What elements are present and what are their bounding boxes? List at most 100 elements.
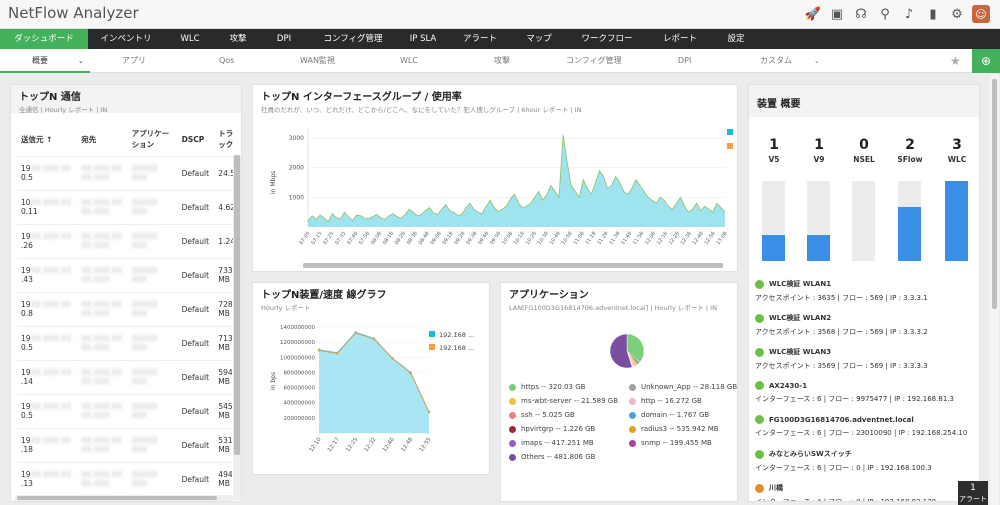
cell-dst: XX.XXX.XX XX.XXX	[77, 359, 128, 394]
headset-icon[interactable]: ☊	[852, 5, 870, 23]
nav-report[interactable]: レポート	[648, 29, 712, 49]
table-row[interactable]: 19XX.XXX.XX .43 XX.XXX.XX XX.XXX XXXXX XXX Def…	[17, 257, 239, 292]
panel-title: 装置 概要	[757, 99, 801, 110]
nav-attack[interactable]: 攻撃	[216, 29, 260, 49]
col-traffic[interactable]: トラック	[214, 123, 239, 156]
legend-item[interactable]: imaps -- 417.251 MB	[509, 439, 629, 447]
scroll-thumb[interactable]	[17, 496, 217, 500]
battery-icon[interactable]: ▮	[924, 5, 942, 23]
data-point	[372, 337, 376, 341]
x-tick-label: 09:26	[453, 231, 466, 246]
device-item[interactable]: WLC検証 WLAN3 アクセスポイント : 3569 | フロー : 569 |…	[755, 347, 979, 371]
legend-item[interactable]: radius3 -- 535.942 MB	[629, 425, 737, 433]
legend-item[interactable]: https -- 320.03 GB	[509, 383, 629, 391]
subtab-wan[interactable]: WAN監視	[300, 49, 335, 73]
legend-item[interactable]: http -- 16.272 GB	[629, 397, 737, 405]
device-item[interactable]: みなとみらいSWスイッチ インターフェース : 6 | フロー : 0 | IP …	[755, 449, 979, 473]
scroll-thumb[interactable]	[303, 263, 723, 268]
legend-dot	[629, 411, 636, 419]
table-row[interactable]: 19XX.XXX.XX 0.5 XX.XXX.XX XX.XXX XXXXX XXX Def…	[17, 393, 239, 428]
device-item[interactable]: WLC検証 WLAN1 アクセスポイント : 3635 | フロー : 569 |…	[755, 279, 979, 303]
search-icon[interactable]: ⚲	[876, 5, 894, 23]
legend-item[interactable]: hpvirtgrp -- 1.226 GB	[509, 425, 629, 433]
subtab-apps[interactable]: アプリ	[122, 49, 146, 73]
nav-settings[interactable]: 設定	[712, 29, 760, 49]
col-app[interactable]: アプリケーション	[128, 123, 178, 156]
legend-item[interactable]: snmp -- 199.455 MB	[629, 439, 737, 447]
x-tick-label: 10:36	[537, 231, 550, 246]
applications-panel: アプリケーション LAN[FG100D3G16814706.adventnet.…	[500, 282, 738, 502]
legend-item[interactable]: Unknown_App -- 28.118 GB	[629, 383, 737, 391]
subtab-overview[interactable]: 概要 ⌄	[0, 49, 90, 73]
legend-item[interactable]: domain -- 1.767 GB	[629, 411, 737, 419]
monitor-icon[interactable]: ▣	[828, 5, 846, 23]
x-tick-label: 07:46	[346, 231, 359, 246]
nav-config[interactable]: コンフィグ管理	[308, 29, 398, 49]
device-item[interactable]: 川橋 インターフェース : 4 | フロー : 0 | IP : 192.168.…	[755, 483, 979, 501]
col-dscp[interactable]: DSCP	[178, 123, 215, 156]
x-tick-label: 07:56	[358, 231, 371, 246]
nav-ipsla[interactable]: IP SLA	[398, 29, 448, 49]
cell-dscp: Default	[177, 325, 215, 360]
legend-item[interactable]: ssh -- 5.025 GB	[509, 411, 629, 419]
stat-v5[interactable]: 1 V5	[759, 137, 789, 164]
gear-icon[interactable]: ⚙	[948, 5, 966, 23]
cell-dst: XX.XXX.XX XX.XXX	[77, 189, 128, 224]
device-item[interactable]: FG100D3G16814706.adventnet.local インターフェース…	[755, 415, 979, 438]
table-row[interactable]: 19XX.XXX.XX 0.5 XX.XXX.XX XX.XXX XXXXX XXX Def…	[17, 325, 239, 360]
top-comm-panel: トップN 通信 全通信 | Hourly レポート | IN 送信元 ↑ 宛先 …	[10, 84, 242, 502]
device-item[interactable]: AX2430-1 インターフェース : 6 | フロー : 9975477 | I…	[755, 381, 979, 404]
table-row[interactable]: 10XX.XXX.XX 0.11 XX.XXX.XX XX.XXX XXXXX XXX De…	[17, 189, 239, 224]
table-row[interactable]: 19XX.XXX.XX .13 XX.XXX.XX XX.XXX XXXXX XXX Def…	[17, 461, 239, 496]
table-row[interactable]: 19XX.XXX.XX 0.8 XX.XXX.XX XX.XXX XXXXX XXX Def…	[17, 291, 239, 326]
alert-mini-window[interactable]: 1 アラート	[958, 481, 988, 505]
star-icon[interactable]: ★	[950, 54, 961, 68]
col-src[interactable]: 送信元 ↑	[17, 123, 77, 156]
app-title: NetFlow Analyzer	[8, 4, 139, 22]
subtab-wlc[interactable]: WLC	[400, 49, 418, 73]
table-row[interactable]: 19XX.XXX.XX .14 XX.XXX.XX XX.XXX XXXXX XXX Def…	[17, 359, 239, 394]
x-tick-label: 10:46	[549, 231, 562, 246]
cell-app: XXXXX XXX	[127, 189, 178, 224]
subtab-attack[interactable]: 攻撃	[494, 49, 510, 73]
legend-item[interactable]: Others -- 481.806 GB	[509, 453, 629, 461]
subtab-qos[interactable]: Qos	[219, 49, 234, 73]
subtab-dpi[interactable]: DPI	[678, 49, 691, 73]
table-vscroll[interactable]	[233, 155, 241, 500]
legend-item[interactable]: ms-wbt-server -- 21.589 GB	[509, 397, 629, 405]
col-dst[interactable]: 宛先	[77, 123, 127, 156]
nav-workflow[interactable]: ワークフロー	[566, 29, 648, 49]
device-item[interactable]: WLC検証 WLAN2 アクセスポイント : 3568 | フロー : 569 |…	[755, 313, 979, 337]
add-widget-button[interactable]: ⊕	[972, 49, 1000, 73]
stat-bar	[807, 181, 830, 261]
y-tick-label: 1000	[289, 194, 304, 201]
rocket-icon[interactable]: 🚀	[804, 5, 822, 23]
table-row[interactable]: 19XX.XXX.XX .18 XX.XXX.XX XX.XXX XXXXX XXX Def…	[17, 427, 239, 462]
scroll-thumb[interactable]	[992, 79, 997, 309]
stat-v9[interactable]: 1 V9	[804, 137, 834, 164]
legend-dot	[629, 383, 636, 391]
x-tick-label: 12:06	[644, 231, 657, 246]
nav-inventory[interactable]: インベントリ	[88, 29, 164, 49]
stat-sflow[interactable]: 2 SFlow	[895, 137, 925, 164]
app-pie-chart	[609, 333, 645, 369]
subtab-custom[interactable]: カスタム ⌄	[760, 49, 820, 73]
nav-wlc[interactable]: WLC	[164, 29, 216, 49]
page-vscroll[interactable]	[990, 75, 999, 505]
nav-map[interactable]: マップ	[512, 29, 566, 49]
subtab-config[interactable]: コンフィグ管理	[566, 49, 622, 73]
nav-alert[interactable]: アラート	[448, 29, 512, 49]
nav-dashboard[interactable]: ダッシュボード	[0, 29, 88, 49]
chart-hscroll[interactable]	[303, 263, 723, 268]
stat-nsel[interactable]: 0 NSEL	[849, 137, 879, 164]
scroll-thumb[interactable]	[234, 155, 240, 455]
cell-dst: XX.XXX.XX XX.XXX	[77, 393, 128, 428]
x-tick-label: 09:06	[430, 231, 443, 246]
stat-wlc[interactable]: 3 WLC	[942, 137, 972, 164]
bell-icon[interactable]: ♪	[900, 5, 918, 23]
nav-dpi[interactable]: DPI	[260, 29, 308, 49]
avatar[interactable]: ☺	[972, 5, 990, 23]
table-row[interactable]: 19XX.XXX.XX 0.5 XX.XXX.XX XX.XXX XXXXX XXX Def…	[17, 155, 239, 190]
table-row[interactable]: 19XX.XXX.XX .26 XX.XXX.XX XX.XXX XXXXX XXX Def…	[17, 223, 239, 258]
table-hscroll[interactable]	[15, 495, 233, 501]
